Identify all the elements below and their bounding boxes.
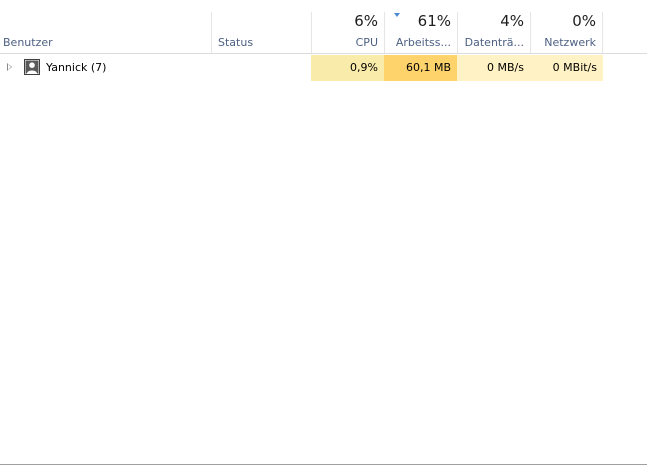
- network-total-percent: 0%: [572, 12, 596, 30]
- column-label-memory: Arbeitss...: [395, 36, 451, 49]
- user-icon: [24, 59, 40, 75]
- user-row[interactable]: Yannick (7) 0,9% 60,1 MB 0 MB/s 0 MBit/s: [0, 55, 647, 81]
- disk-total-percent: 4%: [500, 12, 524, 30]
- column-header-benutzer[interactable]: Benutzer: [0, 12, 211, 53]
- memory-cell: 60,1 MB: [384, 55, 457, 81]
- chevron-right-icon[interactable]: [7, 63, 12, 71]
- sort-descending-icon: [394, 13, 400, 17]
- column-label-network: Netzwerk: [544, 36, 596, 49]
- column-label-status: Status: [218, 36, 254, 49]
- column-header-bar: Benutzer Status 6% CPU 61% Arbeitss... 4…: [0, 0, 647, 54]
- cpu-cell: 0,9%: [311, 55, 384, 81]
- cpu-total-percent: 6%: [354, 12, 378, 30]
- memory-total-percent: 61%: [417, 12, 451, 30]
- column-header-memory[interactable]: 61% Arbeitss...: [384, 12, 457, 53]
- column-label-disk: Datenträ...: [464, 36, 524, 49]
- column-label-cpu: CPU: [355, 36, 378, 49]
- user-name: Yannick (7): [46, 61, 107, 74]
- bottom-divider: [0, 464, 647, 465]
- task-manager-users-tab: Benutzer Status 6% CPU 61% Arbeitss... 4…: [0, 0, 647, 475]
- disk-cell: 0 MB/s: [457, 55, 530, 81]
- column-header-network[interactable]: 0% Netzwerk: [530, 12, 603, 53]
- column-header-disk[interactable]: 4% Datenträ...: [457, 12, 530, 53]
- column-header-cpu[interactable]: 6% CPU: [311, 12, 384, 53]
- column-header-status[interactable]: Status: [211, 12, 311, 53]
- network-cell: 0 MBit/s: [530, 55, 603, 81]
- column-label-benutzer: Benutzer: [3, 36, 53, 49]
